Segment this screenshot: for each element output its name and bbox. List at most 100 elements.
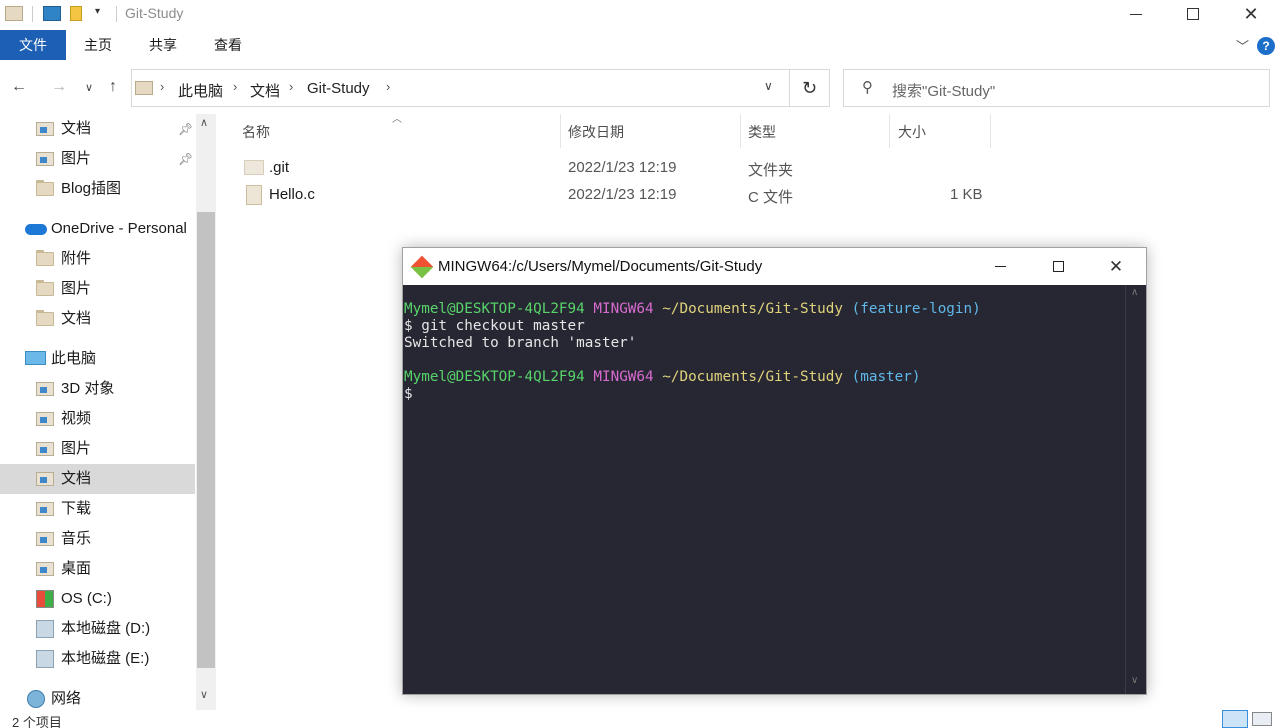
close-button[interactable]: ✕	[1222, 0, 1275, 28]
file-row[interactable]: Hello.c 2022/1/23 12:19 C 文件 1 KB	[240, 182, 1000, 208]
column-header-type[interactable]: 类型	[748, 122, 776, 142]
prompt-branch: (master)	[851, 369, 921, 385]
column-header-name[interactable]: 名称	[242, 122, 270, 142]
sidebar-item-label: 下载	[61, 500, 92, 517]
desktop-icon	[36, 562, 54, 576]
sidebar-item-onedrive[interactable]: OneDrive - Personal	[0, 214, 195, 244]
sidebar-item-downloads[interactable]: 下载	[0, 494, 195, 524]
sidebar-item-attachments[interactable]: 附件	[0, 244, 195, 274]
address-dropdown-icon[interactable]: ∨	[764, 79, 773, 93]
git-icon	[410, 255, 434, 279]
windows-drive-icon	[36, 590, 54, 608]
help-icon[interactable]: ?	[1257, 37, 1275, 55]
terminal-output[interactable]: Mymel@DESKTOP-4QL2F94 MINGW64 ~/Document…	[403, 285, 1125, 694]
chevron-right-icon[interactable]: ›	[160, 79, 164, 94]
tab-file[interactable]: 文件	[0, 30, 66, 60]
sidebar-item-3d-objects[interactable]: 3D 对象	[0, 374, 195, 404]
large-icons-view-icon[interactable]	[1252, 712, 1272, 726]
sidebar-item-desktop[interactable]: 桌面	[0, 554, 195, 584]
address-bar[interactable]: › 此电脑 › 文档 › Git-Study › ∨	[131, 69, 790, 107]
sidebar-item-this-pc[interactable]: 此电脑	[0, 344, 195, 374]
refresh-button[interactable]: ↻	[790, 69, 830, 107]
expand-ribbon-icon[interactable]: ﹀	[1236, 36, 1249, 55]
column-divider[interactable]	[990, 114, 991, 148]
drive-icon	[36, 650, 54, 668]
sidebar-item-onedrive-pictures[interactable]: 图片	[0, 274, 195, 304]
forward-button[interactable]: →	[46, 74, 72, 100]
sidebar-item-documents[interactable]: 文档	[0, 464, 195, 494]
pin-icon[interactable]: 📌︎	[178, 144, 193, 174]
tab-home[interactable]: 主页	[66, 30, 130, 60]
downloads-icon	[36, 502, 54, 516]
sidebar-item-label: Blog插图	[61, 180, 122, 197]
sidebar-item-pictures[interactable]: 图片	[0, 434, 195, 464]
videos-icon	[36, 412, 54, 426]
drive-icon	[36, 620, 54, 638]
scroll-down-icon[interactable]: ∨	[1131, 675, 1138, 686]
search-box[interactable]: ⚲ 搜索"Git-Study"	[843, 69, 1270, 107]
folder-icon	[36, 180, 54, 196]
terminal-window[interactable]: MINGW64:/c/Users/Mymel/Documents/Git-Stu…	[402, 247, 1147, 695]
ribbon-tabs: 文件 主页 共享 查看 ﹀ ?	[0, 30, 1275, 60]
terminal-title-bar[interactable]: MINGW64:/c/Users/Mymel/Documents/Git-Stu…	[403, 248, 1146, 285]
chevron-right-icon[interactable]: ›	[289, 79, 293, 94]
close-icon: ✕	[1108, 256, 1124, 276]
sidebar-item-label: 桌面	[61, 560, 92, 577]
back-button[interactable]: ←	[6, 74, 32, 100]
sidebar-item-pictures-quick[interactable]: 图片 📌︎	[0, 144, 195, 174]
sidebar-item-drive-e[interactable]: 本地磁盘 (E:)	[0, 644, 195, 674]
maximize-icon	[1187, 8, 1199, 20]
prompt-user: Mymel@DESKTOP-4QL2F94	[404, 369, 585, 385]
chevron-down-icon[interactable]: ▾	[95, 6, 100, 17]
sidebar-item-label: OS (C:)	[61, 590, 112, 607]
chevron-right-icon[interactable]: ›	[233, 79, 237, 94]
search-input[interactable]: 搜索"Git-Study"	[892, 80, 995, 101]
chevron-down-icon: ∨	[84, 81, 94, 94]
prompt-env: MINGW64	[593, 369, 654, 385]
terminal-scrollbar[interactable]: ∧ ∨	[1125, 285, 1146, 694]
folder-icon	[244, 160, 264, 175]
up-button[interactable]: ↑	[100, 74, 126, 100]
sidebar-item-videos[interactable]: 视频	[0, 404, 195, 434]
file-modified: 2022/1/23 12:19	[568, 186, 677, 203]
scroll-up-icon[interactable]: ∧	[200, 116, 208, 129]
file-row[interactable]: .git 2022/1/23 12:19 文件夹	[240, 155, 1000, 181]
breadcrumb-git-study[interactable]: Git-Study	[307, 80, 370, 97]
tab-view[interactable]: 查看	[196, 30, 260, 60]
tab-share[interactable]: 共享	[130, 30, 196, 60]
terminal-maximize-button[interactable]	[1029, 248, 1087, 285]
column-divider[interactable]	[560, 114, 561, 148]
sidebar-item-label: 图片	[61, 440, 92, 457]
pin-icon[interactable]: 📌︎	[178, 114, 193, 144]
scroll-up-icon[interactable]: ∧	[1131, 287, 1138, 298]
sidebar-scrollbar-thumb[interactable]	[197, 212, 215, 668]
sidebar-item-music[interactable]: 音乐	[0, 524, 195, 554]
scroll-down-icon[interactable]: ∨	[200, 688, 208, 701]
minimize-button[interactable]	[1107, 0, 1165, 28]
sidebar-item-drive-d[interactable]: 本地磁盘 (D:)	[0, 614, 195, 644]
breadcrumb-this-pc[interactable]: 此电脑	[178, 80, 223, 101]
sidebar-item-documents-quick[interactable]: 文档 📌︎	[0, 114, 195, 144]
details-view-icon[interactable]	[1222, 710, 1248, 728]
column-header-size[interactable]: 大小	[898, 122, 926, 142]
chevron-right-icon[interactable]: ›	[386, 79, 390, 94]
sidebar-item-blog-images[interactable]: Blog插图	[0, 174, 195, 204]
sidebar-item-os-c[interactable]: OS (C:)	[0, 584, 195, 614]
terminal-close-button[interactable]: ✕	[1087, 248, 1145, 285]
recent-locations-button[interactable]: ∨	[76, 74, 102, 100]
properties-icon[interactable]	[43, 6, 61, 21]
terminal-input-line[interactable]: $	[404, 386, 413, 403]
breadcrumb-documents[interactable]: 文档	[250, 80, 280, 101]
documents-icon	[36, 472, 54, 486]
column-divider[interactable]	[740, 114, 741, 148]
terminal-minimize-button[interactable]	[971, 248, 1029, 285]
separator	[32, 6, 33, 22]
column-header-modified[interactable]: 修改日期	[568, 122, 624, 142]
sidebar-item-onedrive-documents[interactable]: 文档	[0, 304, 195, 334]
file-modified: 2022/1/23 12:19	[568, 159, 677, 176]
column-divider[interactable]	[889, 114, 890, 148]
maximize-button[interactable]	[1164, 0, 1222, 28]
new-folder-icon[interactable]	[70, 6, 82, 21]
terminal-title: MINGW64:/c/Users/Mymel/Documents/Git-Stu…	[438, 258, 763, 275]
sidebar-item-network[interactable]: 网络	[0, 684, 195, 714]
